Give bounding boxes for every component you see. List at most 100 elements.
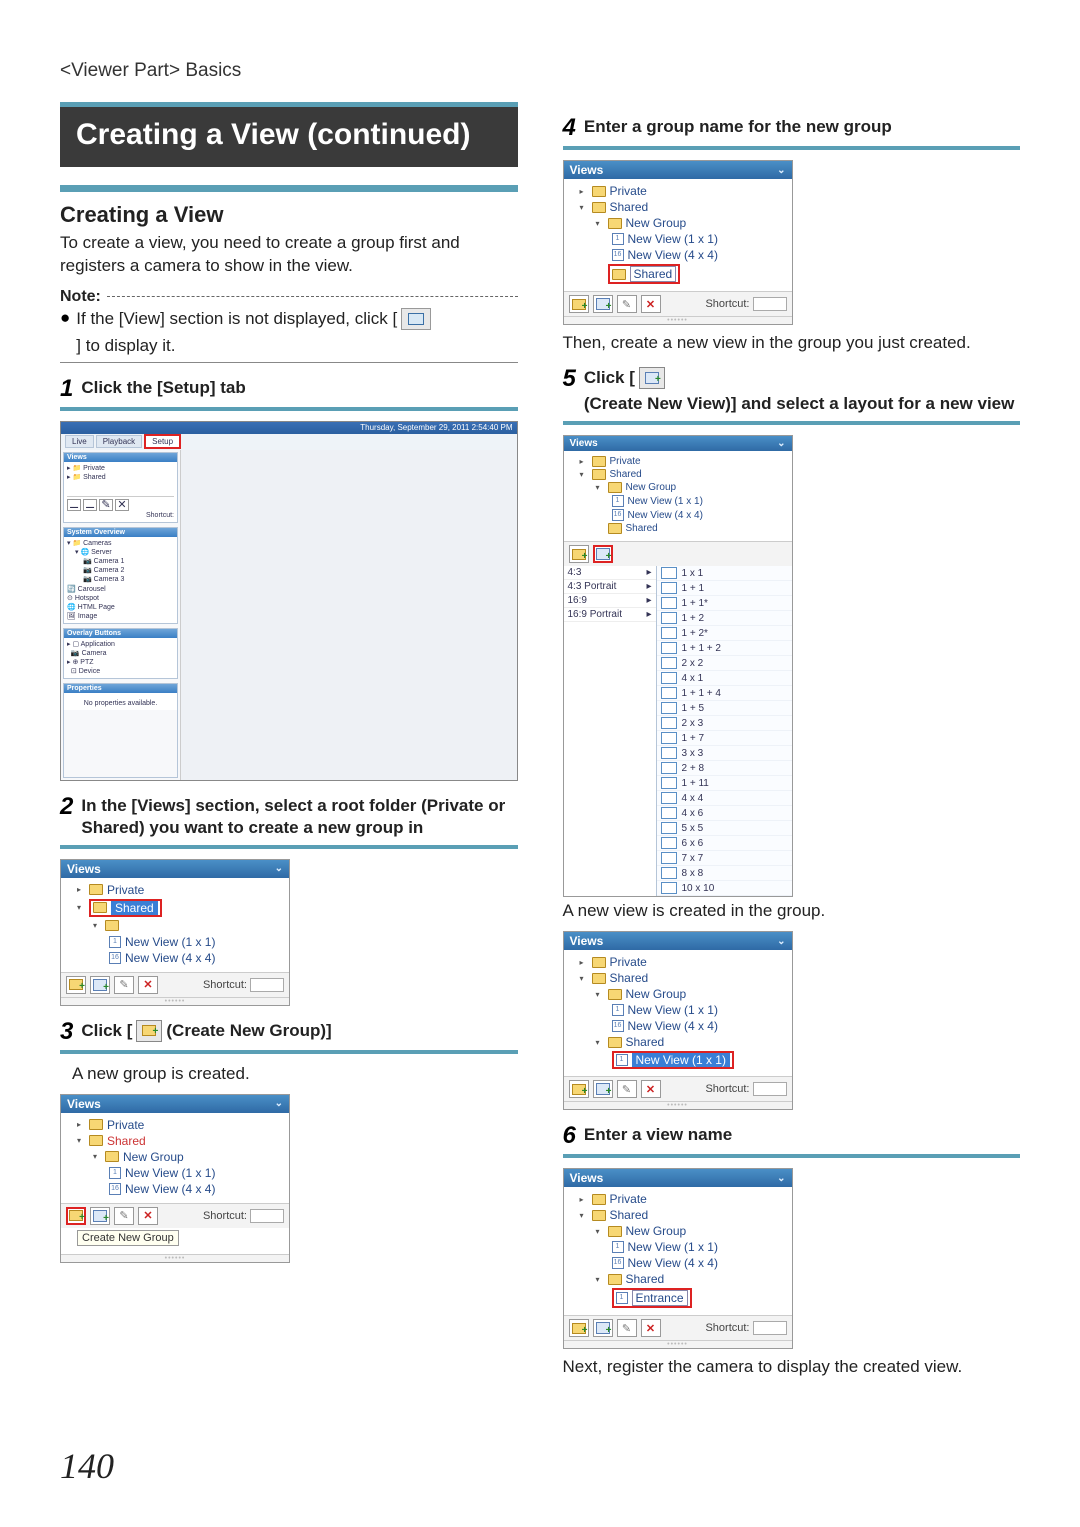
close-icon: ✕	[143, 978, 152, 991]
step-2: 2 In the [Views] section, select a root …	[60, 795, 518, 839]
create-group-button-highlight[interactable]	[66, 1207, 86, 1225]
group-name-edit[interactable]: Shared	[630, 266, 677, 282]
create-view-icon	[639, 367, 665, 389]
note-bullet: ● If the [View] section is not displayed…	[60, 308, 518, 358]
rename-button[interactable]: ✎	[114, 976, 134, 994]
folder-plus-icon	[69, 1210, 83, 1221]
tree-private[interactable]: Private	[107, 883, 144, 897]
layout-option[interactable]: 1 + 1	[657, 581, 792, 596]
tree-shared[interactable]: Shared	[107, 1134, 146, 1148]
folder-icon	[89, 1119, 103, 1130]
delete-button[interactable]: ✕	[138, 976, 158, 994]
layout-option[interactable]: 2 x 2	[657, 656, 792, 671]
layout-option[interactable]: 4 x 1	[657, 671, 792, 686]
title-block: Creating a View (continued)	[60, 102, 518, 167]
create-view-button-highlight[interactable]	[593, 545, 613, 563]
layout-4x4-icon: 16	[109, 1183, 121, 1195]
left-column: Creating a View (continued) Creating a V…	[60, 102, 518, 1387]
rename-button[interactable]: ✎	[114, 1207, 134, 1225]
delete-button[interactable]: ✕	[641, 295, 661, 313]
setup-screenshot: Thursday, September 29, 2011 2:54:40 PM …	[60, 421, 518, 781]
tab-live[interactable]: Live	[65, 435, 94, 448]
section-rule	[60, 185, 518, 192]
layout-option[interactable]: 5 x 5	[657, 821, 792, 836]
tree-view-4x4[interactable]: New View (4 x 4)	[125, 951, 215, 965]
collapse-icon[interactable]: ⌄	[275, 863, 283, 874]
step-5-num: 5	[563, 367, 576, 391]
step-6-text: Enter a view name	[584, 1124, 1020, 1146]
tree-view-4x4[interactable]: New View (4 x 4)	[125, 1182, 215, 1196]
layout-option[interactable]: 1 + 2	[657, 611, 792, 626]
create-view-button[interactable]	[90, 976, 110, 994]
step-3-num: 3	[60, 1020, 73, 1044]
collapse-icon[interactable]: ⌄	[777, 165, 785, 176]
tree-shared-selected[interactable]: Shared	[111, 901, 158, 915]
pencil-icon: ✎	[119, 978, 128, 991]
tree-newview-selected[interactable]: New View (1 x 1)	[632, 1053, 730, 1067]
layout-option[interactable]: 1 + 11	[657, 776, 792, 791]
rename-button[interactable]: ✎	[617, 295, 637, 313]
shot-prop-head: Properties	[64, 684, 177, 693]
folder-icon	[592, 202, 606, 213]
create-group-button[interactable]	[66, 976, 86, 994]
step-2-num: 2	[60, 795, 73, 819]
tree-newgroup[interactable]: New Group	[123, 1150, 184, 1164]
step-6: 6 Enter a view name	[563, 1124, 1021, 1148]
shortcut-input[interactable]	[250, 978, 284, 992]
folder-icon	[608, 218, 622, 229]
layout-option[interactable]: 1 + 1 + 4	[657, 686, 792, 701]
folder-icon	[89, 884, 103, 895]
layout-option[interactable]: 6 x 6	[657, 836, 792, 851]
layout-option[interactable]: 4 x 4	[657, 791, 792, 806]
view-toggle-icon	[401, 308, 431, 330]
views-panel-step5b: Views⌄ ▸Private ▾Shared ▾New Group 1New …	[563, 931, 793, 1110]
folder-icon	[592, 186, 606, 197]
note-row: Note:	[60, 288, 518, 306]
layout-1x1-icon: 1	[109, 1167, 121, 1179]
layout-option[interactable]: 1 + 5	[657, 701, 792, 716]
layout-option[interactable]: 1 x 1	[657, 566, 792, 581]
note-text-b: ] to display it.	[76, 335, 175, 358]
delete-button[interactable]: ✕	[138, 1207, 158, 1225]
aspect-16-9[interactable]: 16:9▸	[564, 594, 656, 608]
tree-view-1x1[interactable]: New View (1 x 1)	[125, 1166, 215, 1180]
tab-playback[interactable]: Playback	[96, 435, 142, 448]
tree-view-1x1[interactable]: New View (1 x 1)	[125, 935, 215, 949]
create-view-button[interactable]	[90, 1207, 110, 1225]
layout-option[interactable]: 2 x 3	[657, 716, 792, 731]
folder-icon	[93, 902, 107, 913]
layout-option[interactable]: 7 x 7	[657, 851, 792, 866]
step-3-after: A new group is created.	[60, 1064, 518, 1084]
views-toolbar: ✎ ✕ Shortcut:	[61, 972, 289, 997]
layout-option[interactable]: 1 + 1 + 2	[657, 641, 792, 656]
aspect-4-3[interactable]: 4:3▸	[564, 566, 656, 580]
tab-setup[interactable]: Setup	[144, 434, 181, 449]
folder-plus-icon	[69, 979, 83, 990]
layout-option[interactable]: 1 + 1*	[657, 596, 792, 611]
layout-option[interactable]: 2 + 8	[657, 761, 792, 776]
tree-private[interactable]: Private	[107, 1118, 144, 1132]
step-1: 1 Click the [Setup] tab	[60, 377, 518, 401]
view-plus-icon	[93, 1210, 107, 1222]
aspect-4-3-portrait[interactable]: 4:3 Portrait▸	[564, 580, 656, 594]
collapse-icon[interactable]: ⌄	[275, 1098, 283, 1109]
step-4-num: 4	[563, 116, 576, 140]
step-6-num: 6	[563, 1124, 576, 1148]
views-header: Views	[67, 862, 101, 876]
step-3-text: Click [ (Create New Group)]	[81, 1020, 517, 1042]
layout-option[interactable]: 8 x 8	[657, 866, 792, 881]
create-group-button[interactable]	[569, 295, 589, 313]
aspect-16-9-portrait[interactable]: 16:9 Portrait▸	[564, 608, 656, 622]
shortcut-input[interactable]	[250, 1209, 284, 1223]
layout-option[interactable]: 1 + 2*	[657, 626, 792, 641]
shot-method-head: Overlay Buttons	[64, 629, 177, 638]
view-name-edit[interactable]: Entrance	[632, 1290, 688, 1306]
shot-views-head: Views	[64, 453, 177, 462]
shortcut-label: Shortcut:	[203, 978, 284, 992]
layout-option[interactable]: 3 x 3	[657, 746, 792, 761]
layout-option[interactable]: 4 x 6	[657, 806, 792, 821]
layout-option[interactable]: 1 + 7	[657, 731, 792, 746]
layout-option[interactable]: 10 x 10	[657, 881, 792, 896]
create-view-button[interactable]	[593, 295, 613, 313]
views-panel-step4: Views⌄ ▸Private ▾Shared ▾New Group 1New …	[563, 160, 793, 325]
